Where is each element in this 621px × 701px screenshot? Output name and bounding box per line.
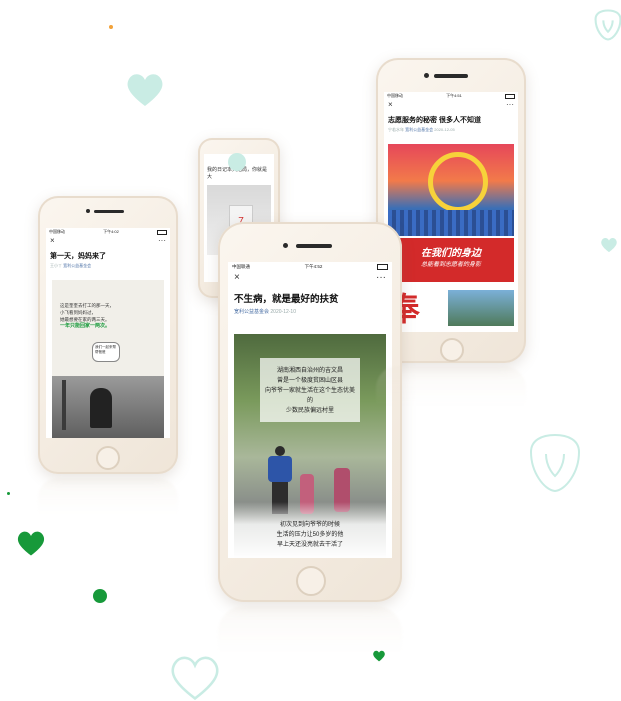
green-heart-icon [17,531,45,556]
tree-silhouette [62,380,66,430]
phone-center-camera [283,243,288,248]
battery-icon [156,229,167,235]
event-photo [388,144,514,236]
caption-line: 少数民族偏远村里 [285,408,334,414]
orange-dot [109,25,113,29]
photo-bw [52,376,164,438]
speech-bubble: 我们一起来帮帮爸爸 [92,342,120,362]
phone-right-camera [424,73,429,78]
more-icon[interactable]: ··· [158,236,166,245]
account-link[interactable]: 宽利公益基金会 [234,309,269,315]
date-label: 2020-12-10 [270,309,296,315]
mint-heart-icon [127,74,163,106]
article-meta: 宁若水年 宽利公益基金会 2020-12-05 [384,127,518,133]
article-title: 第一天，妈妈来了 [50,253,106,260]
more-icon[interactable]: ··· [376,272,386,283]
green-dot [93,589,107,603]
caption-line: 向爷爷一家就生活在这个生态优美的 [264,388,355,404]
poster-line: 她最想要在家的两三天。 [60,317,110,322]
date-label: 2020-12-05 [434,127,455,132]
phone-center-speaker [296,244,332,248]
carrier-label: 中国移动 [387,93,403,98]
status-bar: 中国移动 下午4:51 [384,92,518,100]
carrier-label: 中国移动 [49,229,65,234]
volunteer-photo [448,290,514,326]
author-label: 王小丫 [50,263,62,268]
status-bar: 中国移动 下午4:02 [46,228,170,236]
time-label: 下午4:51 [446,93,462,98]
status-bar: 中国联通 下午4:52 [228,262,392,272]
reflection-right [376,366,526,406]
caption-line: 湖南湘西自治州的吉文昌 [276,368,343,374]
road-photo: 湖南湘西自治州的吉文昌 曾是一个极度贫困山区县 向爷爷一家就生活在这个生态优美的… [234,334,386,558]
phone-center-screen: 中国联通 下午4:52 × ··· 不生病，就是最好的扶贫 宽利公益基金会 20… [228,262,392,558]
phone-left: 中国移动 下午4:02 × ··· 第一天，妈妈来了 王小丫 宽利公益基金会 这… [38,196,178,474]
phone-left-camera [86,209,90,213]
article-title: 不生病，就是最好的扶贫 [234,294,339,305]
caption-line: 曾是一个极度贫困山区县 [276,378,343,384]
caption-line: 早上天还没亮就去干活了 [276,542,343,548]
crowd [388,210,514,236]
close-icon[interactable]: × [234,272,240,283]
battery-icon [504,93,515,99]
photo-caption: 湖南湘西自治州的吉文昌 曾是一个极度贫困山区县 向爷爷一家就生活在这个生态优美的… [260,358,360,422]
phone-right-screen: 中国移动 下午4:51 × ··· 志愿服务的秘密 很多人不知道 宁若水年 宽利… [384,92,518,332]
article-title: 志愿服务的秘密 很多人不知道 [388,117,481,124]
account-link[interactable]: 宽利公益基金会 [63,263,91,268]
mint-circle [228,153,246,171]
banner-line-2: 总能看到志愿者的身影 [420,262,481,268]
caption-line: 初次见到向爷爷的时候 [279,522,340,528]
time-label: 下午4:02 [103,229,119,234]
account-link[interactable]: 宽利公益基金会 [405,127,433,132]
small-tooth-icon [594,9,621,41]
phone-center: 中国联通 下午4:52 × ··· 不生病，就是最好的扶贫 宽利公益基金会 20… [218,222,402,602]
poster-highlight: 一年只能回家一两次。 [60,323,111,329]
more-icon[interactable]: ··· [506,100,514,109]
person-silhouette [90,388,112,428]
phone-left-screen: 中国移动 下午4:02 × ··· 第一天，妈妈来了 王小丫 宽利公益基金会 这… [46,228,170,438]
bottom-caption: 初次见到向爷爷的时候 生活的压力让50多岁的他 早上天还没亮就去干活了 [234,502,386,558]
home-button[interactable] [96,446,120,470]
article-meta: 王小丫 宽利公益基金会 [46,263,170,269]
stage-ring [428,152,488,212]
close-icon[interactable]: × [388,100,393,109]
tiny-green-dot [7,492,10,495]
poster-text: 这是奎奎去打工的那一天， 小飞看到妈妈过， 她最想要在家的两三天。 一年只能回家… [52,280,164,330]
author-label: 宁若水年 [388,127,404,132]
article-meta: 宽利公益基金会 2020-12-10 [228,308,392,315]
tooth-shield-icon [529,433,581,493]
reflection-left [38,478,178,514]
phone-left-speaker [94,210,124,213]
banner-line-1: 在我们的身边 [421,248,481,259]
caption-line: 生活的压力让50多岁的他 [276,532,344,538]
phone-right-speaker [434,74,468,78]
close-icon[interactable]: × [50,236,55,245]
time-label: 下午4:52 [304,264,323,269]
poster-line: 这是奎奎去打工的那一天， [60,303,114,308]
poster-line: 小飞看到妈妈过， [60,310,96,315]
home-button[interactable] [296,566,326,596]
carrier-label: 中国联通 [232,264,250,269]
battery-icon [376,264,388,270]
home-button[interactable] [440,338,464,362]
red-banner: 在我们的身边 总能看到志愿者的身影 [388,238,514,282]
poster-image: 这是奎奎去打工的那一天， 小飞看到妈妈过， 她最想要在家的两三天。 一年只能回家… [52,280,164,438]
small-mint-heart-icon [601,237,617,253]
reflection-center [218,606,402,654]
outline-heart-icon [171,656,219,701]
